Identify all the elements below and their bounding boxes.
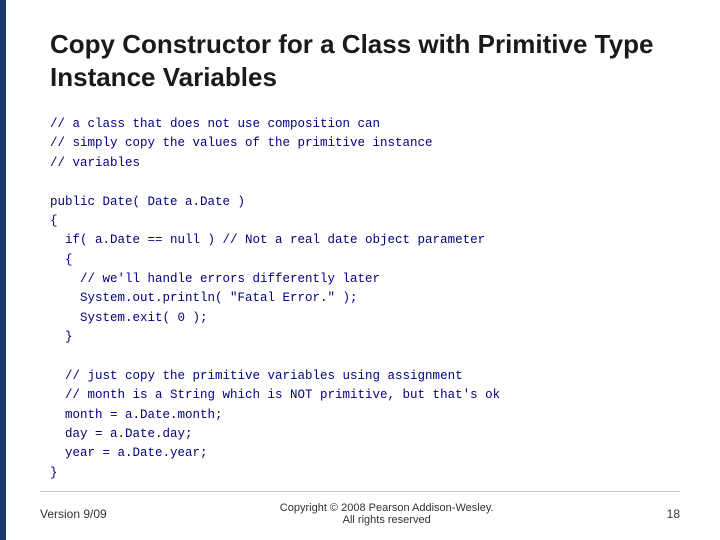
code-block: // a class that does not use composition…	[50, 115, 680, 483]
copyright-line2: All rights reserved	[280, 514, 494, 526]
slide: Copy Constructor for a Class with Primit…	[0, 0, 720, 540]
version-label: Version 9/09	[40, 507, 107, 521]
title-section: Copy Constructor for a Class with Primit…	[50, 28, 680, 93]
left-bar-decoration	[0, 0, 6, 540]
copyright-section: Copyright © 2008 Pearson Addison-Wesley.…	[280, 502, 494, 526]
title-line1: Copy Constructor for a Class with Primit…	[50, 29, 653, 59]
page-number: 18	[667, 507, 680, 521]
slide-title: Copy Constructor for a Class with Primit…	[50, 28, 680, 93]
footer: Version 9/09 Copyright © 2008 Pearson Ad…	[40, 491, 680, 526]
title-line2: Instance Variables	[50, 62, 277, 92]
copyright-line1: Copyright © 2008 Pearson Addison-Wesley.	[280, 502, 494, 514]
code-section: // a class that does not use composition…	[50, 115, 680, 483]
